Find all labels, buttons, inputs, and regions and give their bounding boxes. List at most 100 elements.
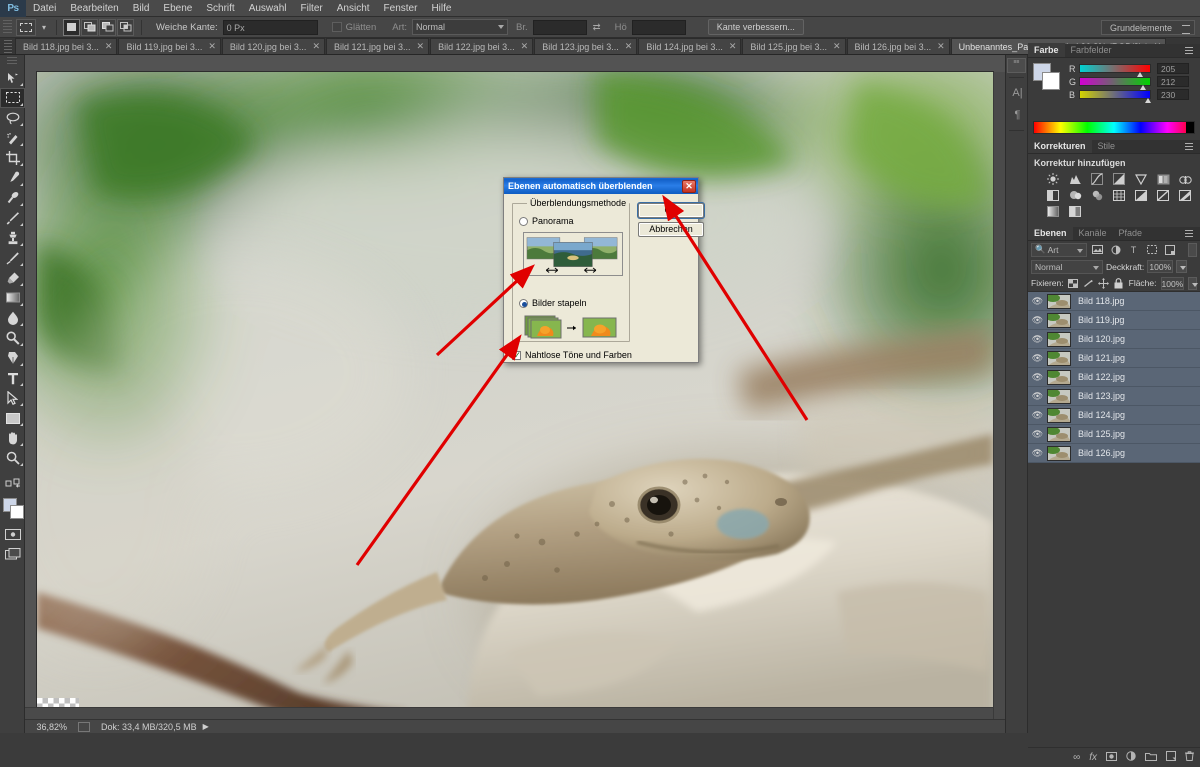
radio-indicator[interactable]	[519, 298, 528, 308]
menu-bearbeiten[interactable]: Bearbeiten	[63, 0, 125, 17]
eye-icon[interactable]: 👁	[1028, 391, 1047, 402]
filter-type-icon[interactable]: T	[1126, 243, 1141, 257]
blur-tool[interactable]	[0, 308, 25, 328]
refine-edge-button[interactable]: Kante verbessern...	[707, 19, 804, 35]
fill-value[interactable]: 100%	[1160, 276, 1185, 290]
opacity-stepper[interactable]	[1176, 260, 1188, 273]
tab-bild-121[interactable]: Bild 121.jpg bei 3... ✕	[325, 38, 430, 54]
horizontal-type-tool[interactable]	[0, 368, 25, 388]
layer-filter-toggle[interactable]	[1188, 242, 1197, 257]
clone-stamp-tool[interactable]	[0, 228, 25, 248]
auto-blend-layers-dialog[interactable]: Ebenen automatisch überblenden ✕ Überble…	[503, 177, 704, 363]
g-slider[interactable]	[1079, 77, 1151, 90]
tab-bild-126[interactable]: Bild 126.jpg bei 3... ✕	[846, 38, 950, 54]
selection-intersect-button[interactable]	[117, 18, 134, 36]
filter-smartobject-icon[interactable]	[1162, 243, 1177, 257]
panel-menu-icon[interactable]	[1185, 47, 1197, 55]
crop-tool[interactable]	[0, 148, 25, 168]
exposure-icon[interactable]	[1108, 171, 1130, 187]
selection-subtract-button[interactable]	[99, 18, 116, 36]
panel-menu-icon[interactable]	[1185, 230, 1197, 238]
layer-thumbnail[interactable]	[1047, 293, 1071, 309]
r-value[interactable]: 205	[1157, 63, 1189, 74]
layer-thumbnail[interactable]	[1047, 350, 1071, 366]
tab-bild-120[interactable]: Bild 120.jpg bei 3... ✕	[221, 38, 325, 54]
tab-bild-118[interactable]: Bild 118.jpg bei 3... ✕	[15, 38, 118, 54]
layer-thumbnail[interactable]	[1047, 407, 1071, 423]
blend-mode-select[interactable]: Normal	[1031, 259, 1103, 274]
r-slider[interactable]	[1079, 64, 1151, 77]
layer-thumbnail[interactable]	[1047, 369, 1071, 385]
color-panel-swatches[interactable]	[1033, 63, 1060, 90]
tab-bar-grip[interactable]	[4, 40, 12, 53]
new-group-icon[interactable]	[1145, 752, 1157, 764]
close-icon[interactable]: ✕	[105, 41, 113, 52]
menu-auswahl[interactable]: Auswahl	[242, 0, 294, 17]
close-icon[interactable]: ✕	[521, 41, 529, 52]
active-tool-icon[interactable]	[16, 18, 36, 36]
history-panel-icon[interactable]: ≡≡	[1007, 58, 1026, 73]
close-icon[interactable]: ✕	[625, 41, 633, 52]
menu-hilfe[interactable]: Hilfe	[424, 0, 458, 17]
adjustment-layer-icon[interactable]	[1126, 751, 1136, 764]
lock-all-icon[interactable]	[1113, 276, 1124, 290]
menu-ansicht[interactable]: Ansicht	[330, 0, 377, 17]
eyedropper-tool[interactable]	[0, 168, 25, 188]
close-icon[interactable]: ✕	[833, 41, 841, 52]
menu-schrift[interactable]: Schrift	[199, 0, 241, 17]
layer-thumbnail[interactable]	[1047, 445, 1071, 461]
lock-image-pixels-icon[interactable]	[1083, 276, 1094, 290]
selection-add-button[interactable]	[81, 18, 98, 36]
hand-tool[interactable]	[0, 428, 25, 448]
curves-icon[interactable]	[1086, 171, 1108, 187]
filter-pixel-icon[interactable]	[1090, 243, 1105, 257]
tab-korrekturen[interactable]: Korrekturen	[1028, 139, 1092, 153]
tab-bild-123[interactable]: Bild 123.jpg bei 3... ✕	[534, 38, 638, 54]
new-layer-icon[interactable]	[1166, 751, 1176, 764]
quick-mask-mode-button[interactable]	[0, 524, 25, 544]
radio-stack-images[interactable]: Bilder stapeln	[519, 298, 587, 308]
spot-healing-brush-tool[interactable]	[0, 188, 25, 208]
gradient-map-icon[interactable]	[1042, 203, 1064, 219]
eye-icon[interactable]: 👁	[1028, 315, 1047, 326]
panel-menu-icon[interactable]	[1185, 143, 1197, 151]
rectangle-tool[interactable]	[0, 408, 25, 428]
tab-bild-122[interactable]: Bild 122.jpg bei 3... ✕	[430, 38, 534, 54]
layer-thumbnail[interactable]	[1047, 312, 1071, 328]
filter-shape-icon[interactable]	[1144, 243, 1159, 257]
antialias-checkbox[interactable]	[331, 22, 342, 32]
tab-bild-125[interactable]: Bild 125.jpg bei 3... ✕	[742, 38, 846, 54]
vibrance-icon[interactable]	[1130, 171, 1152, 187]
layer-mask-icon[interactable]	[1106, 751, 1117, 764]
close-icon[interactable]: ✕	[417, 41, 425, 52]
layer-style-icon[interactable]: fx	[1089, 752, 1097, 763]
cancel-button[interactable]: Abbrechen	[638, 222, 704, 237]
eye-icon[interactable]: 👁	[1028, 353, 1047, 364]
eye-icon[interactable]: 👁	[1028, 334, 1047, 345]
pen-tool[interactable]	[0, 348, 25, 368]
seamless-tones-checkbox-row[interactable]: Nahtlose Töne und Farben	[512, 350, 632, 361]
posterize-icon[interactable]	[1152, 187, 1174, 203]
eye-icon[interactable]: 👁	[1028, 448, 1047, 459]
zoom-tool[interactable]	[0, 448, 25, 468]
filter-adjustment-icon[interactable]	[1108, 243, 1123, 257]
tool-preset-chevron-icon[interactable]: ▾	[38, 23, 50, 32]
g-value[interactable]: 212	[1157, 76, 1189, 87]
channel-mixer-icon[interactable]	[1086, 187, 1108, 203]
close-icon[interactable]: ✕	[312, 41, 320, 52]
tab-bild-124[interactable]: Bild 124.jpg bei 3... ✕	[638, 38, 742, 54]
dodge-tool[interactable]	[0, 328, 25, 348]
fill-stepper[interactable]	[1188, 276, 1198, 290]
layer-thumbnail[interactable]	[1047, 388, 1071, 404]
canvas-vertical-scrollbar[interactable]	[993, 72, 1005, 720]
dialog-title-bar[interactable]: Ebenen automatisch überblenden ✕	[504, 178, 698, 194]
paragraph-panel-icon[interactable]: ¶	[1006, 104, 1029, 126]
table-row[interactable]: 👁 Bild 121.jpg	[1028, 349, 1200, 368]
table-row[interactable]: 👁 Bild 126.jpg	[1028, 444, 1200, 463]
selection-new-button[interactable]	[63, 18, 80, 36]
lasso-tool[interactable]	[0, 108, 25, 128]
layer-thumbnail[interactable]	[1047, 331, 1071, 347]
levels-icon[interactable]	[1064, 171, 1086, 187]
table-row[interactable]: 👁 Bild 118.jpg	[1028, 292, 1200, 311]
screen-mode-button[interactable]	[0, 544, 25, 564]
